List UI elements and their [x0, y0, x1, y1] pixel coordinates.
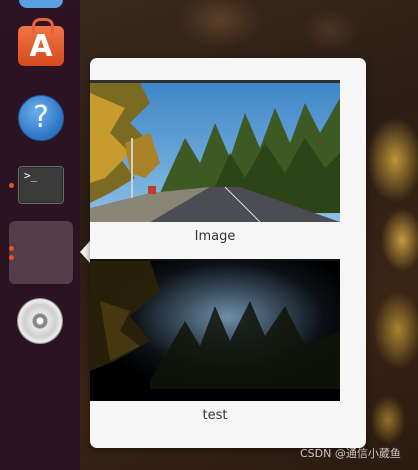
window-thumbnail	[90, 259, 340, 401]
popup-arrow	[80, 241, 90, 263]
dvd-icon	[18, 299, 62, 343]
help-icon: ?	[18, 95, 64, 141]
running-indicator	[9, 246, 14, 251]
running-indicator	[9, 255, 14, 260]
dock-item-active-app[interactable]	[9, 221, 73, 284]
dock-item-help[interactable]: ?	[15, 92, 67, 144]
window-title: test	[202, 408, 228, 423]
terminal-icon: >_	[18, 166, 64, 204]
window-preview-image[interactable]: Image	[90, 80, 340, 250]
dock-item-dvd[interactable]	[15, 294, 67, 346]
window-thumbnail	[90, 80, 340, 222]
window-preview-test[interactable]: test	[90, 259, 340, 429]
dock: A ? >_	[0, 0, 80, 470]
terminal-prompt-glyph: >_	[24, 169, 38, 182]
window-title: Image	[194, 229, 236, 244]
watermark: CSDN @通信小葳鱼	[300, 447, 401, 460]
dock-item-partial[interactable]	[15, 0, 67, 12]
app-icon	[19, 0, 63, 8]
dock-item-terminal[interactable]: >_	[15, 160, 67, 212]
dock-item-software[interactable]: A	[15, 18, 67, 72]
window-spread-popup: Image test	[90, 58, 366, 448]
running-indicator	[9, 183, 14, 188]
software-center-icon: A	[18, 18, 64, 66]
